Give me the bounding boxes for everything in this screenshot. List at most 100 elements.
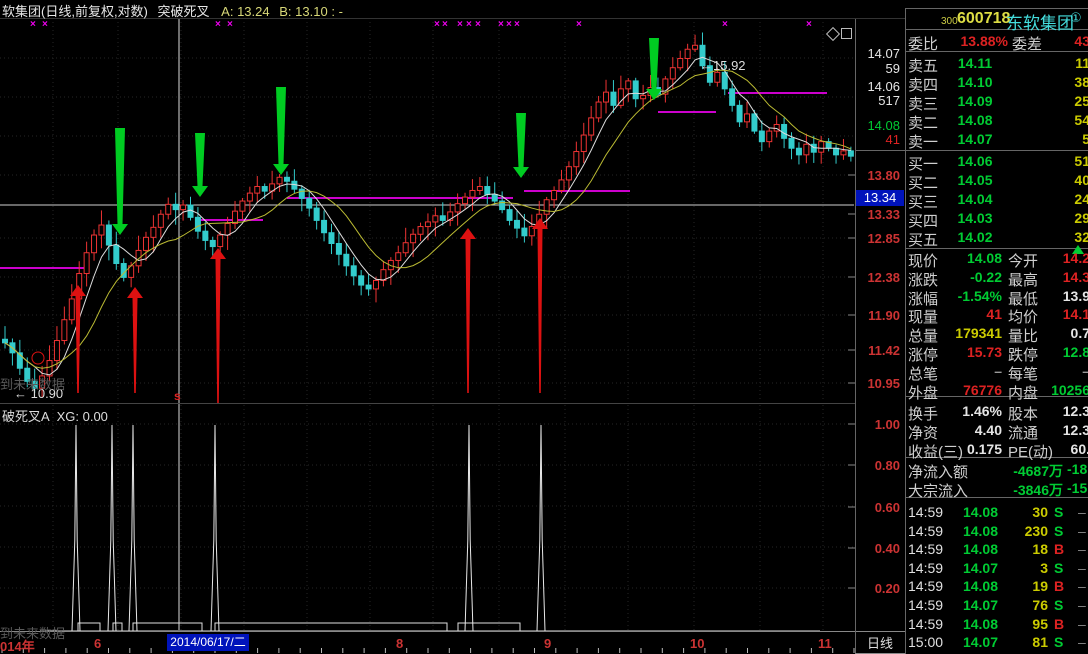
candle-body-up xyxy=(685,49,690,58)
snapshot-row-value: -1.54% xyxy=(940,288,1002,304)
candle-body-up xyxy=(544,200,549,215)
candle-body-down xyxy=(173,204,178,209)
cursor-info-value: 14.08 xyxy=(856,118,900,133)
candle-body-up xyxy=(277,177,282,184)
ask-price[interactable]: 14.08 xyxy=(940,112,1010,128)
candle-body-down xyxy=(730,89,735,106)
time-axis-label: 11 xyxy=(818,636,832,651)
stock-name[interactable]: 东软集团 xyxy=(1006,9,1074,34)
snapshot-row-value2: 14.2 xyxy=(1040,250,1088,266)
tick-dash: – xyxy=(1078,634,1086,650)
ask-label: 卖四 xyxy=(908,74,938,95)
tick-time: 14:59 xyxy=(908,523,943,539)
ask-price[interactable]: 14.09 xyxy=(940,93,1010,109)
tick-volume: 76 xyxy=(1000,597,1048,613)
fundamental-row-value: 4.40 xyxy=(940,422,1002,438)
candle-body-down xyxy=(514,220,519,228)
candle-body-down xyxy=(722,72,727,89)
ask-price[interactable]: 14.11 xyxy=(940,55,1010,71)
candle-body-up xyxy=(247,193,252,201)
candle-body-down xyxy=(114,245,119,263)
candle-body-up xyxy=(403,243,408,253)
bid-price[interactable]: 14.03 xyxy=(940,210,1010,226)
signal-spike xyxy=(108,425,116,631)
bid-price[interactable]: 14.05 xyxy=(940,172,1010,188)
candle-body-down xyxy=(284,177,289,181)
indicator-plateau xyxy=(78,623,100,631)
candle-body-down xyxy=(344,254,349,266)
signal-x-marker: × xyxy=(722,19,728,30)
flow-value: -4687万 xyxy=(985,461,1063,481)
candle-body-down xyxy=(195,217,200,231)
info-badge-icon[interactable]: ① xyxy=(1070,10,1082,26)
time-axis-label: 014年 xyxy=(0,636,35,654)
candle-body-up xyxy=(581,135,586,152)
ask-price[interactable]: 14.07 xyxy=(940,131,1010,147)
bid-price[interactable]: 14.06 xyxy=(940,153,1010,169)
candle-body-up xyxy=(841,151,846,155)
weibi-label: 委比 xyxy=(908,33,938,54)
snapshot-row-label: 外盘 xyxy=(908,382,938,403)
candle-body-up xyxy=(715,72,720,82)
candle-body-up xyxy=(158,214,163,227)
candle-body-down xyxy=(262,187,267,192)
flow-extra: -18 xyxy=(1067,461,1087,477)
tick-price: 14.07 xyxy=(940,634,998,650)
signal-x-marker: × xyxy=(806,19,812,30)
bid-price[interactable]: 14.04 xyxy=(940,191,1010,207)
snapshot-row-value2: – xyxy=(1040,363,1088,379)
price-axis-label: 11.90 xyxy=(856,308,900,323)
tick-price: 14.07 xyxy=(940,560,998,576)
ask-label: 卖一 xyxy=(908,131,938,152)
sub-axis-label: 1.00 xyxy=(856,417,900,432)
candle-body-up xyxy=(62,320,67,341)
candle-body-up xyxy=(255,187,260,194)
candle-body-down xyxy=(351,266,356,276)
tab-period-daily[interactable]: 日线 xyxy=(856,633,904,652)
signal-x-marker: × xyxy=(442,19,448,30)
signal-x-marker: × xyxy=(42,19,48,30)
candle-body-down xyxy=(796,148,801,155)
sub-axis-label: 0.60 xyxy=(856,500,900,515)
indicator-a-value: 13.24 xyxy=(237,4,270,19)
sub-indicator-name: 破死叉A xyxy=(2,409,49,424)
bid-volume: 40 xyxy=(1010,172,1088,188)
indicator-a-label: A: xyxy=(221,4,233,19)
circle-marker xyxy=(32,352,44,364)
candle-body-down xyxy=(611,92,616,105)
candle-body-up xyxy=(678,58,683,67)
tick-time: 14:59 xyxy=(908,597,943,613)
stock-code: 600718 xyxy=(957,10,1010,28)
signal-x-marker: × xyxy=(434,19,440,30)
tick-side: S xyxy=(1054,597,1063,613)
indicator-plateau xyxy=(133,623,202,631)
ask-price[interactable]: 14.10 xyxy=(940,74,1010,90)
bid-volume: 32 xyxy=(1010,229,1088,245)
indicator-plateau xyxy=(215,623,447,631)
signal-x-marker: × xyxy=(30,19,36,30)
snapshot-row-value2: 13.9 xyxy=(1040,288,1088,304)
bid-price[interactable]: 14.02 xyxy=(940,229,1010,245)
tick-price: 14.08 xyxy=(940,504,998,520)
snapshot-row-value: – xyxy=(940,363,1002,379)
signal-x-marker: × xyxy=(498,19,504,30)
maximize-icon[interactable] xyxy=(841,28,852,39)
fundamental-row-value: 1.46% xyxy=(940,403,1002,419)
snapshot-row-value: 179341 xyxy=(940,325,1002,341)
candle-body-down xyxy=(737,105,742,122)
candle-body-down xyxy=(507,210,512,221)
tick-volume: 95 xyxy=(1000,616,1048,632)
candle-body-up xyxy=(411,234,416,242)
candle-body-down xyxy=(811,144,816,152)
candle-body-down xyxy=(3,339,8,343)
tick-time: 15:00 xyxy=(908,634,943,650)
tick-dash: – xyxy=(1078,523,1086,539)
candle-body-down xyxy=(759,131,764,142)
sub-axis-label: 0.80 xyxy=(856,458,900,473)
cursor-info-value: 14.06 xyxy=(856,79,900,94)
candle-body-down xyxy=(307,198,312,208)
candle-body-up xyxy=(374,280,379,288)
candle-body-up xyxy=(99,225,104,235)
snapshot-row-value: 41 xyxy=(940,306,1002,322)
tick-time: 14:59 xyxy=(908,578,943,594)
